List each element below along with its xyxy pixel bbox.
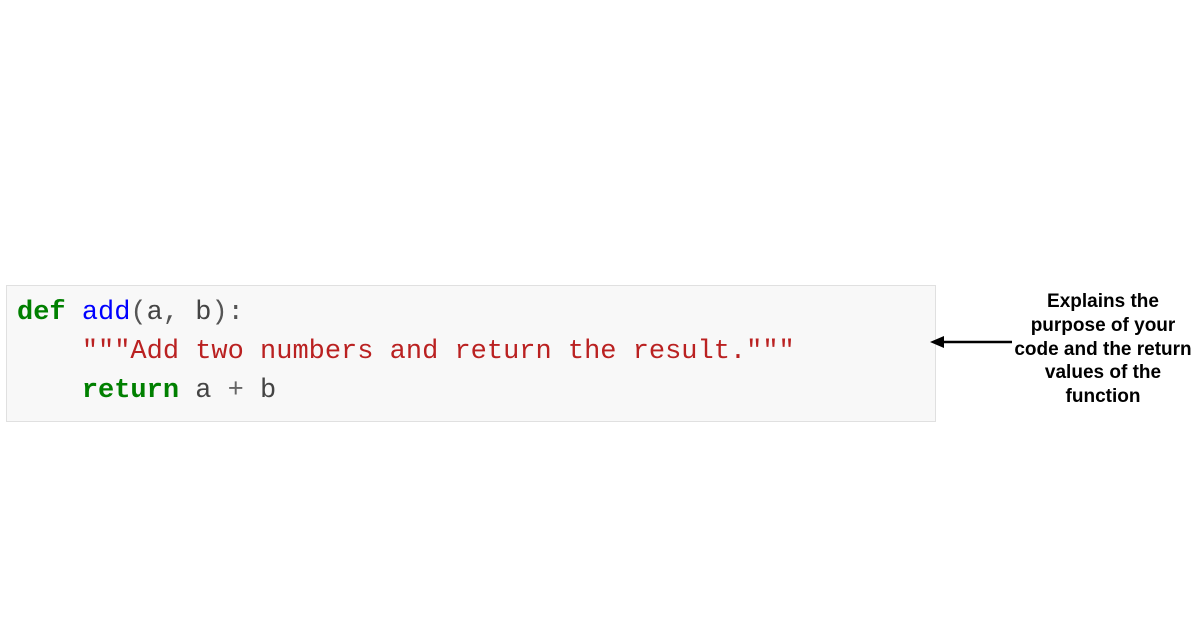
indent	[17, 376, 82, 406]
param-a: a	[147, 298, 163, 328]
var-a: a	[195, 376, 211, 406]
comma: ,	[163, 298, 179, 328]
arrow-icon	[930, 334, 1012, 350]
code-line-2: """Add two numbers and return the result…	[17, 333, 925, 372]
code-block: def add(a, b): """Add two numbers and re…	[6, 285, 936, 422]
indent	[17, 337, 82, 367]
space	[179, 298, 195, 328]
space	[66, 298, 82, 328]
param-b: b	[195, 298, 211, 328]
docstring: """Add two numbers and return the result…	[82, 337, 795, 367]
keyword-return: return	[82, 376, 179, 406]
var-b: b	[260, 376, 276, 406]
paren-open: (	[130, 298, 146, 328]
space	[211, 376, 227, 406]
annotation-text: Explains the purpose of your code and th…	[1008, 290, 1198, 409]
function-name: add	[82, 298, 131, 328]
operator-plus: +	[228, 376, 244, 406]
paren-close: )	[211, 298, 227, 328]
space	[244, 376, 260, 406]
code-line-3: return a + b	[17, 372, 925, 411]
keyword-def: def	[17, 298, 66, 328]
code-line-1: def add(a, b):	[17, 294, 925, 333]
colon: :	[228, 298, 244, 328]
space	[179, 376, 195, 406]
